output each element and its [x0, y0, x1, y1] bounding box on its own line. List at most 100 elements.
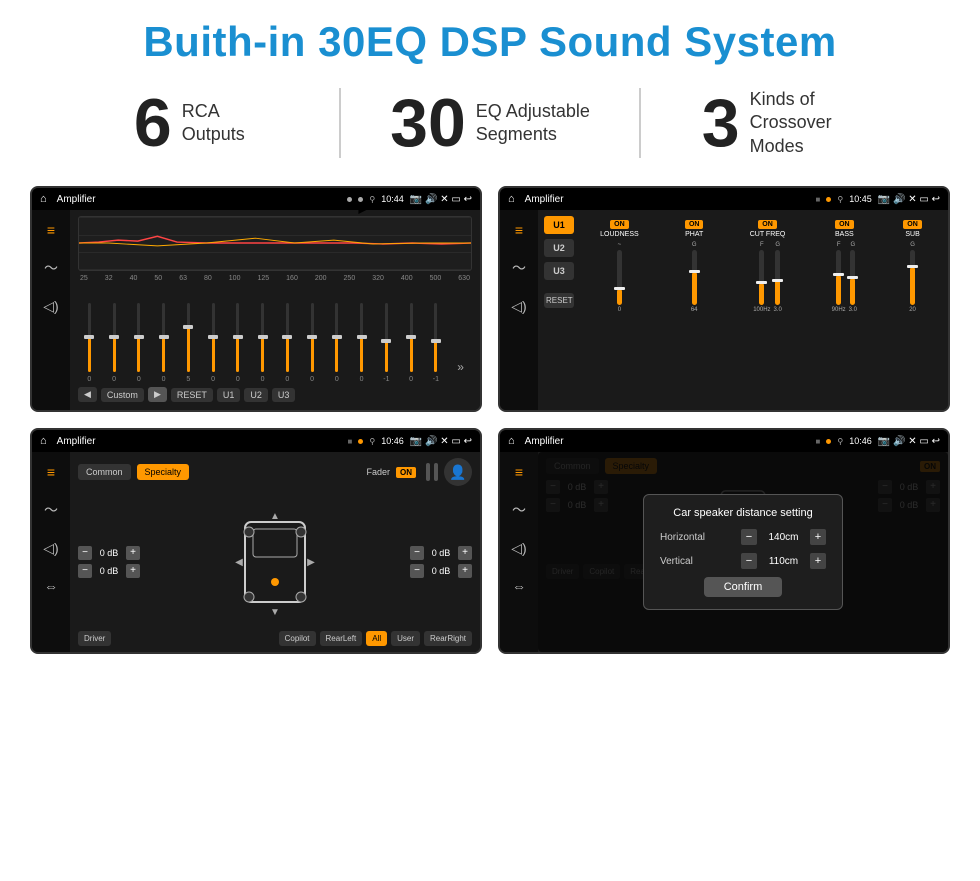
db-plus-4[interactable]: + — [458, 564, 472, 578]
eq-sidebar-volume-icon[interactable]: ◁) — [39, 294, 63, 318]
bass-label: BASS — [835, 231, 854, 238]
fader-sidebar-arrows-icon[interactable]: ⇔ — [39, 574, 63, 598]
user-btn[interactable]: User — [391, 631, 420, 646]
distance-screen-title: Amplifier — [525, 436, 810, 447]
phat-toggle[interactable]: ON — [685, 220, 704, 229]
distance-status-bar: ⌂ Amplifier ■ ⚲ 10:46 📷 🔊 ✕ ▭ ↩ — [500, 430, 948, 452]
distance-sidebar-volume-icon[interactable]: ◁) — [507, 536, 531, 560]
svg-text:▲: ▲ — [270, 511, 280, 522]
horizontal-value: 140cm — [761, 532, 806, 543]
eq-prev-btn[interactable]: ◀ — [78, 387, 97, 402]
eq-slider-10[interactable]: 0 — [326, 303, 349, 383]
dsp-reset-btn[interactable]: RESET — [544, 293, 574, 308]
eq-slider-0[interactable]: 0 — [78, 303, 101, 383]
eq-slider-13[interactable]: 0 — [400, 303, 423, 383]
vertical-label: Vertical — [660, 556, 715, 567]
fader-specialty-btn[interactable]: Specialty — [137, 464, 190, 480]
fader-screen-title: Amplifier — [57, 436, 342, 447]
horizontal-control: − 140cm + — [741, 529, 826, 545]
db-minus-3[interactable]: − — [410, 546, 424, 560]
db-plus-1[interactable]: + — [126, 546, 140, 560]
dsp-sidebar-eq-icon[interactable]: ≡ — [507, 218, 531, 242]
fader-sidebar-volume-icon[interactable]: ◁) — [39, 536, 63, 560]
distance-status-icons: 📷 🔊 ✕ ▭ ↩ — [878, 436, 940, 447]
db-plus-2[interactable]: + — [126, 564, 140, 578]
eq-slider-6[interactable]: 0 — [227, 303, 250, 383]
dsp-home-icon[interactable]: ⌂ — [508, 193, 515, 205]
eq-bottom-bar: ◀ Custom ▶ RESET U1 U2 U3 — [78, 383, 472, 404]
fader-left-db-controls: − 0 dB + − 0 dB + — [78, 492, 140, 631]
loudness-toggle[interactable]: ON — [610, 220, 629, 229]
distance-sidebar-eq-icon[interactable]: ≡ — [507, 460, 531, 484]
confirm-button[interactable]: Confirm — [704, 577, 783, 597]
fader-common-btn[interactable]: Common — [78, 464, 131, 480]
dsp-sidebar-wave-icon[interactable]: 〜 — [507, 256, 531, 280]
eq-slider-2[interactable]: 0 — [128, 303, 151, 383]
vertical-control: − 110cm + — [741, 553, 826, 569]
fader-home-icon[interactable]: ⌂ — [40, 435, 47, 447]
cutfreq-toggle[interactable]: ON — [758, 220, 777, 229]
home-icon[interactable]: ⌂ — [40, 193, 47, 205]
eq-u1-btn[interactable]: U1 — [217, 388, 241, 402]
eq-sidebar-eq-icon[interactable]: ≡ — [39, 218, 63, 242]
distance-home-icon[interactable]: ⌂ — [508, 435, 515, 447]
eq-sidebar-wave-icon[interactable]: 〜 — [39, 256, 63, 280]
svg-text:◀: ◀ — [235, 557, 243, 568]
vertical-minus-btn[interactable]: − — [741, 553, 757, 569]
stat-crossover-text: Kinds of Crossover Modes — [750, 88, 880, 158]
eq-slider-7[interactable]: 0 — [251, 303, 274, 383]
bass-toggle[interactable]: ON — [835, 220, 854, 229]
dsp-u2-btn[interactable]: U2 — [544, 239, 574, 257]
dsp-u1-btn[interactable]: U1 — [544, 216, 574, 234]
distance-sidebar: ≡ 〜 ◁) ⇔ — [500, 452, 538, 652]
fader-screen-card: ⌂ Amplifier ■ ⚲ 10:46 📷 🔊 ✕ ▭ ↩ ≡ 〜 ◁) ⇔… — [30, 428, 482, 654]
eq-u3-btn[interactable]: U3 — [272, 388, 296, 402]
distance-sidebar-arrows-icon[interactable]: ⇔ — [507, 574, 531, 598]
driver-btn[interactable]: Driver — [78, 631, 111, 646]
horizontal-minus-btn[interactable]: − — [741, 529, 757, 545]
fader-on-badge: ON — [396, 467, 416, 478]
db-minus-1[interactable]: − — [78, 546, 92, 560]
all-btn[interactable]: All — [366, 631, 387, 646]
cutfreq-label: CUT FREQ — [750, 231, 786, 238]
eq-play-btn[interactable]: ▶ — [148, 387, 167, 402]
eq-slider-11[interactable]: 0 — [350, 303, 373, 383]
eq-slider-1[interactable]: 0 — [103, 303, 126, 383]
rear-right-btn[interactable]: RearRight — [424, 631, 472, 646]
dsp-location-icon: ⚲ — [837, 195, 843, 204]
location-icon: ⚲ — [369, 195, 375, 204]
eq-screen-title: Amplifier — [57, 194, 342, 205]
eq-slider-8[interactable]: 0 — [276, 303, 299, 383]
fader-label: Fader — [366, 467, 390, 477]
distance-sidebar-wave-icon[interactable]: 〜 — [507, 498, 531, 522]
db-control-2: − 0 dB + — [78, 564, 140, 578]
fader-car-diagram: ▲ ▼ ◀ ▶ — [148, 492, 402, 631]
dsp-u3-btn[interactable]: U3 — [544, 262, 574, 280]
fader-main-area: Common Specialty Fader ON 👤 − — [70, 452, 480, 652]
eq-u2-btn[interactable]: U2 — [244, 388, 268, 402]
eq-slider-12[interactable]: -1 — [375, 303, 398, 383]
rear-left-btn[interactable]: RearLeft — [320, 631, 363, 646]
db-minus-4[interactable]: − — [410, 564, 424, 578]
eq-slider-14[interactable]: -1 — [425, 303, 448, 383]
eq-slider-9[interactable]: 0 — [301, 303, 324, 383]
eq-reset-btn[interactable]: RESET — [171, 388, 213, 402]
horizontal-plus-btn[interactable]: + — [810, 529, 826, 545]
sub-toggle[interactable]: ON — [903, 220, 922, 229]
eq-slider-4[interactable]: 5 — [177, 303, 200, 383]
copilot-btn[interactable]: Copilot — [279, 631, 316, 646]
db-minus-2[interactable]: − — [78, 564, 92, 578]
db-val-4: 0 dB — [427, 566, 455, 576]
vertical-plus-btn[interactable]: + — [810, 553, 826, 569]
eq-slider-5[interactable]: 0 — [202, 303, 225, 383]
fader-sidebar-wave-icon[interactable]: 〜 — [39, 498, 63, 522]
svg-text:▼: ▼ — [270, 607, 280, 617]
eq-slider-3[interactable]: 0 — [152, 303, 175, 383]
dialog-title: Car speaker distance setting — [660, 507, 826, 519]
dsp-sidebar-volume-icon[interactable]: ◁) — [507, 294, 531, 318]
fader-sidebar-eq-icon[interactable]: ≡ — [39, 460, 63, 484]
fader-person-icon-btn[interactable]: 👤 — [444, 458, 472, 486]
db-plus-3[interactable]: + — [458, 546, 472, 560]
eq-preset-btn[interactable]: Custom — [101, 388, 144, 402]
eq-skip-arrows[interactable]: » — [449, 294, 472, 374]
